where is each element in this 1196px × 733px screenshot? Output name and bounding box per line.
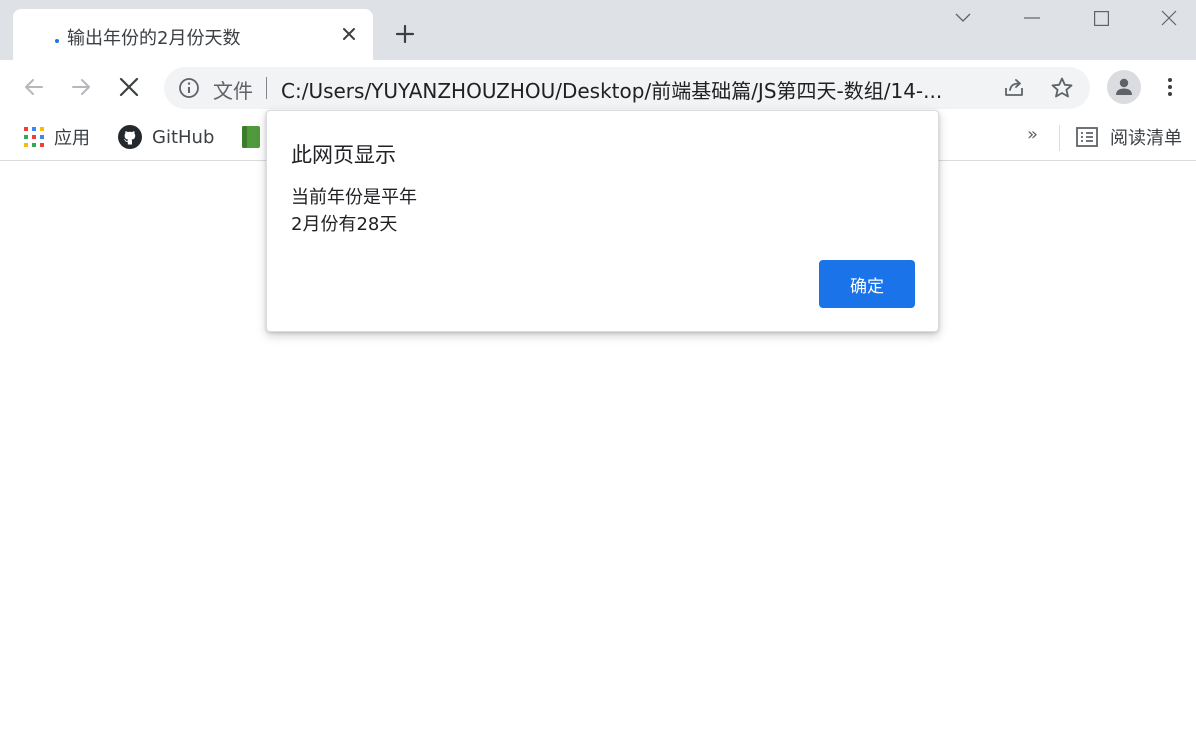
star-icon[interactable]	[1050, 76, 1074, 100]
address-bar[interactable]: 文件 C:/Users/YUYANZHOUZHOU/Desktop/前端基础篇/…	[164, 67, 1090, 109]
arrow-right-icon	[72, 79, 90, 95]
toolbar: 文件 C:/Users/YUYANZHOUZHOU/Desktop/前端基础篇/…	[0, 60, 1196, 115]
more-vertical-icon	[1168, 78, 1172, 96]
tab-close-button[interactable]	[337, 22, 361, 46]
close-icon	[1161, 10, 1177, 26]
github-icon	[118, 125, 142, 149]
reading-list-label: 阅读清单	[1110, 128, 1182, 149]
bookmarks-overflow-button[interactable]: »	[1027, 124, 1038, 145]
dialog-message-line: 当前年份是平年	[291, 187, 417, 208]
dialog-message-line: 2月份有28天	[291, 214, 398, 235]
close-icon	[119, 77, 139, 97]
new-tab-button[interactable]	[392, 21, 418, 47]
minimize-icon	[1024, 17, 1040, 19]
tab-search-button[interactable]	[950, 6, 976, 30]
tab-active[interactable]: 输出年份的2月份天数	[13, 9, 373, 60]
user-icon	[1116, 78, 1132, 95]
bookmark-book[interactable]	[240, 123, 262, 151]
alert-dialog: 此网页显示 当前年份是平年 2月份有28天 确定	[266, 110, 939, 332]
info-icon[interactable]	[178, 77, 200, 99]
arrow-left-icon	[25, 79, 43, 95]
dialog-title: 此网页显示	[291, 143, 396, 167]
reading-list-icon	[1076, 127, 1098, 147]
security-label: 文件	[213, 79, 253, 103]
profile-avatar[interactable]	[1107, 70, 1141, 104]
omnibox-divider	[266, 77, 267, 99]
tab-title: 输出年份的2月份天数	[67, 28, 241, 49]
bookmarks-divider	[1059, 125, 1060, 151]
url-text[interactable]: C:/Users/YUYANZHOUZHOU/Desktop/前端基础篇/JS第…	[281, 75, 993, 104]
ok-button[interactable]: 确定	[819, 260, 915, 308]
apps-grid-icon	[24, 127, 44, 147]
share-icon[interactable]	[1002, 76, 1026, 100]
forward-button[interactable]	[67, 73, 95, 101]
maximize-button[interactable]	[1088, 6, 1114, 30]
bookmark-label: GitHub	[152, 126, 215, 148]
bookmark-label: 应用	[54, 128, 90, 149]
maximize-icon	[1093, 10, 1109, 26]
minimize-button[interactable]	[1019, 6, 1045, 30]
browser-menu-button[interactable]	[1158, 74, 1182, 100]
tab-strip: 输出年份的2月份天数	[0, 0, 1196, 60]
chevron-down-icon	[955, 13, 971, 22]
book-icon	[242, 126, 260, 148]
reading-list-button[interactable]: 阅读清单	[1076, 123, 1182, 151]
plus-icon	[395, 24, 415, 44]
back-button[interactable]	[20, 73, 48, 101]
close-icon	[343, 28, 355, 40]
stop-loading-button[interactable]	[115, 73, 143, 101]
bookmark-apps[interactable]: 应用	[24, 123, 90, 151]
window-close-button[interactable]	[1156, 6, 1182, 30]
bookmark-github[interactable]: GitHub	[118, 123, 214, 151]
